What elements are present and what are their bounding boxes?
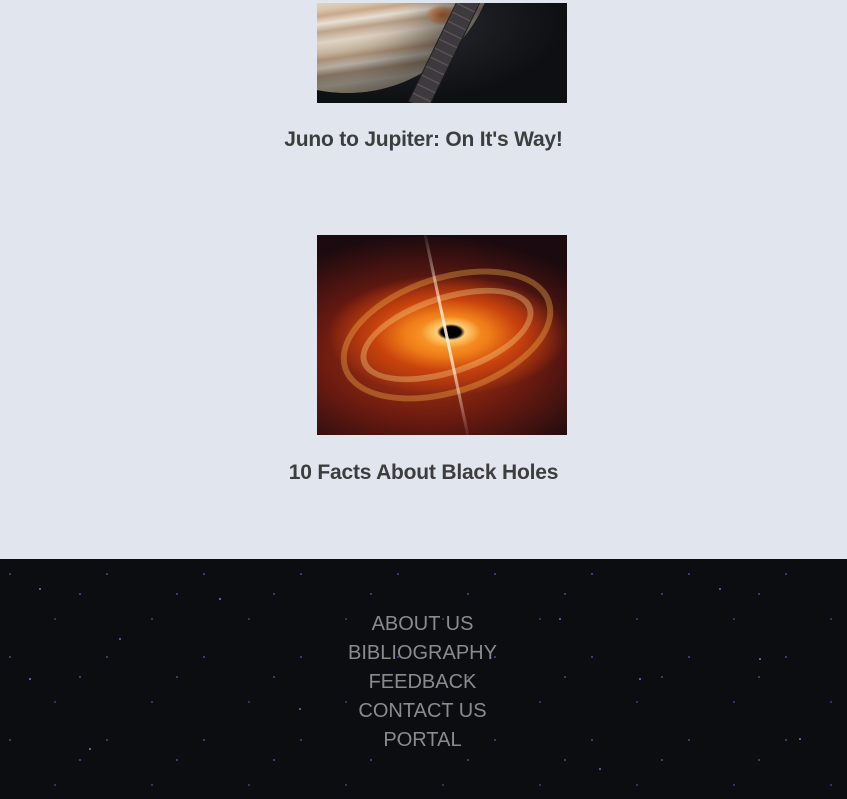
footer-link-portal[interactable]: PORTAL [383,729,461,751]
footer-item-feedback: FEEDBACK [0,670,847,699]
footer-item-bibliography: BIBLIOGRAPHY [0,641,847,670]
footer-item-portal: PORTAL [0,728,847,757]
article-title-juno[interactable]: Juno to Jupiter: On It's Way! [0,128,847,152]
black-hole-image[interactable] [317,235,567,435]
footer-item-contact: CONTACT US [0,699,847,728]
articles-section: Juno to Jupiter: On It's Way! 10 Facts A… [0,0,847,559]
site-footer: ABOUT US BIBLIOGRAPHY FEEDBACK CONTACT U… [0,559,847,799]
juno-jupiter-image[interactable] [317,3,567,103]
footer-item-about: ABOUT US [0,612,847,641]
footer-link-feedback[interactable]: FEEDBACK [369,671,477,693]
footer-link-about-us[interactable]: ABOUT US [372,613,474,635]
footer-nav: ABOUT US BIBLIOGRAPHY FEEDBACK CONTACT U… [0,612,847,757]
footer-link-bibliography[interactable]: BIBLIOGRAPHY [348,642,497,664]
footer-link-contact-us[interactable]: CONTACT US [358,700,486,722]
article-title-black-holes[interactable]: 10 Facts About Black Holes [0,461,847,485]
